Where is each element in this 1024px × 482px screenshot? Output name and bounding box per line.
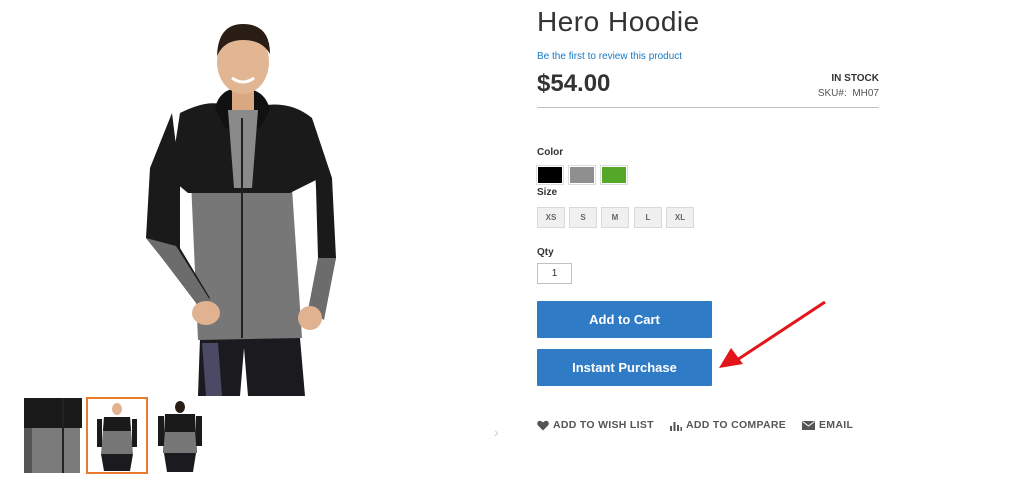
compare-label: ADD TO COMPARE — [686, 419, 787, 431]
qty-input[interactable] — [537, 263, 572, 284]
heart-icon — [537, 420, 549, 430]
sku-label: SKU#: — [817, 88, 847, 99]
size-option-m[interactable]: M — [601, 207, 629, 228]
sku-value: MH07 — [852, 88, 879, 99]
size-label: Size — [537, 187, 558, 198]
color-swatch-gray[interactable] — [568, 165, 596, 185]
size-option-l[interactable]: L — [634, 207, 662, 228]
stock-status: IN STOCK — [831, 73, 879, 84]
review-link[interactable]: Be the first to review this product — [537, 51, 682, 62]
email-label: EMAIL — [819, 419, 854, 431]
size-option-s[interactable]: S — [569, 207, 597, 228]
product-title: Hero Hoodie — [537, 6, 700, 37]
product-main-image[interactable] — [140, 18, 340, 396]
wishlist-label: ADD TO WISH LIST — [553, 419, 654, 431]
thumbnail-back-view[interactable] — [151, 398, 209, 473]
annotation-arrow-icon — [719, 300, 826, 368]
color-swatch-green[interactable] — [600, 165, 628, 185]
sku: SKU#: MH07 — [818, 88, 879, 99]
gallery-next-arrow-icon[interactable]: › — [494, 425, 506, 439]
size-option-xl[interactable]: XL — [666, 207, 694, 228]
thumbnail-front-view[interactable] — [86, 397, 148, 474]
bar-chart-icon — [670, 421, 682, 431]
divider — [537, 107, 879, 108]
envelope-icon — [802, 420, 815, 430]
add-to-compare-link[interactable]: ADD TO COMPARE — [670, 419, 786, 431]
size-option-xs[interactable]: XS — [537, 207, 565, 228]
thumbnail-hoodie-closeup[interactable] — [24, 398, 82, 473]
add-to-cart-button[interactable]: Add to Cart — [537, 301, 712, 338]
instant-purchase-button[interactable]: Instant Purchase — [537, 349, 712, 386]
color-swatch-black[interactable] — [536, 165, 564, 185]
add-to-wishlist-link[interactable]: ADD TO WISH LIST — [537, 419, 654, 431]
color-label: Color — [537, 147, 564, 158]
product-price: $54.00 — [537, 70, 611, 97]
email-link[interactable]: EMAIL — [802, 419, 853, 431]
qty-label: Qty — [537, 247, 554, 258]
